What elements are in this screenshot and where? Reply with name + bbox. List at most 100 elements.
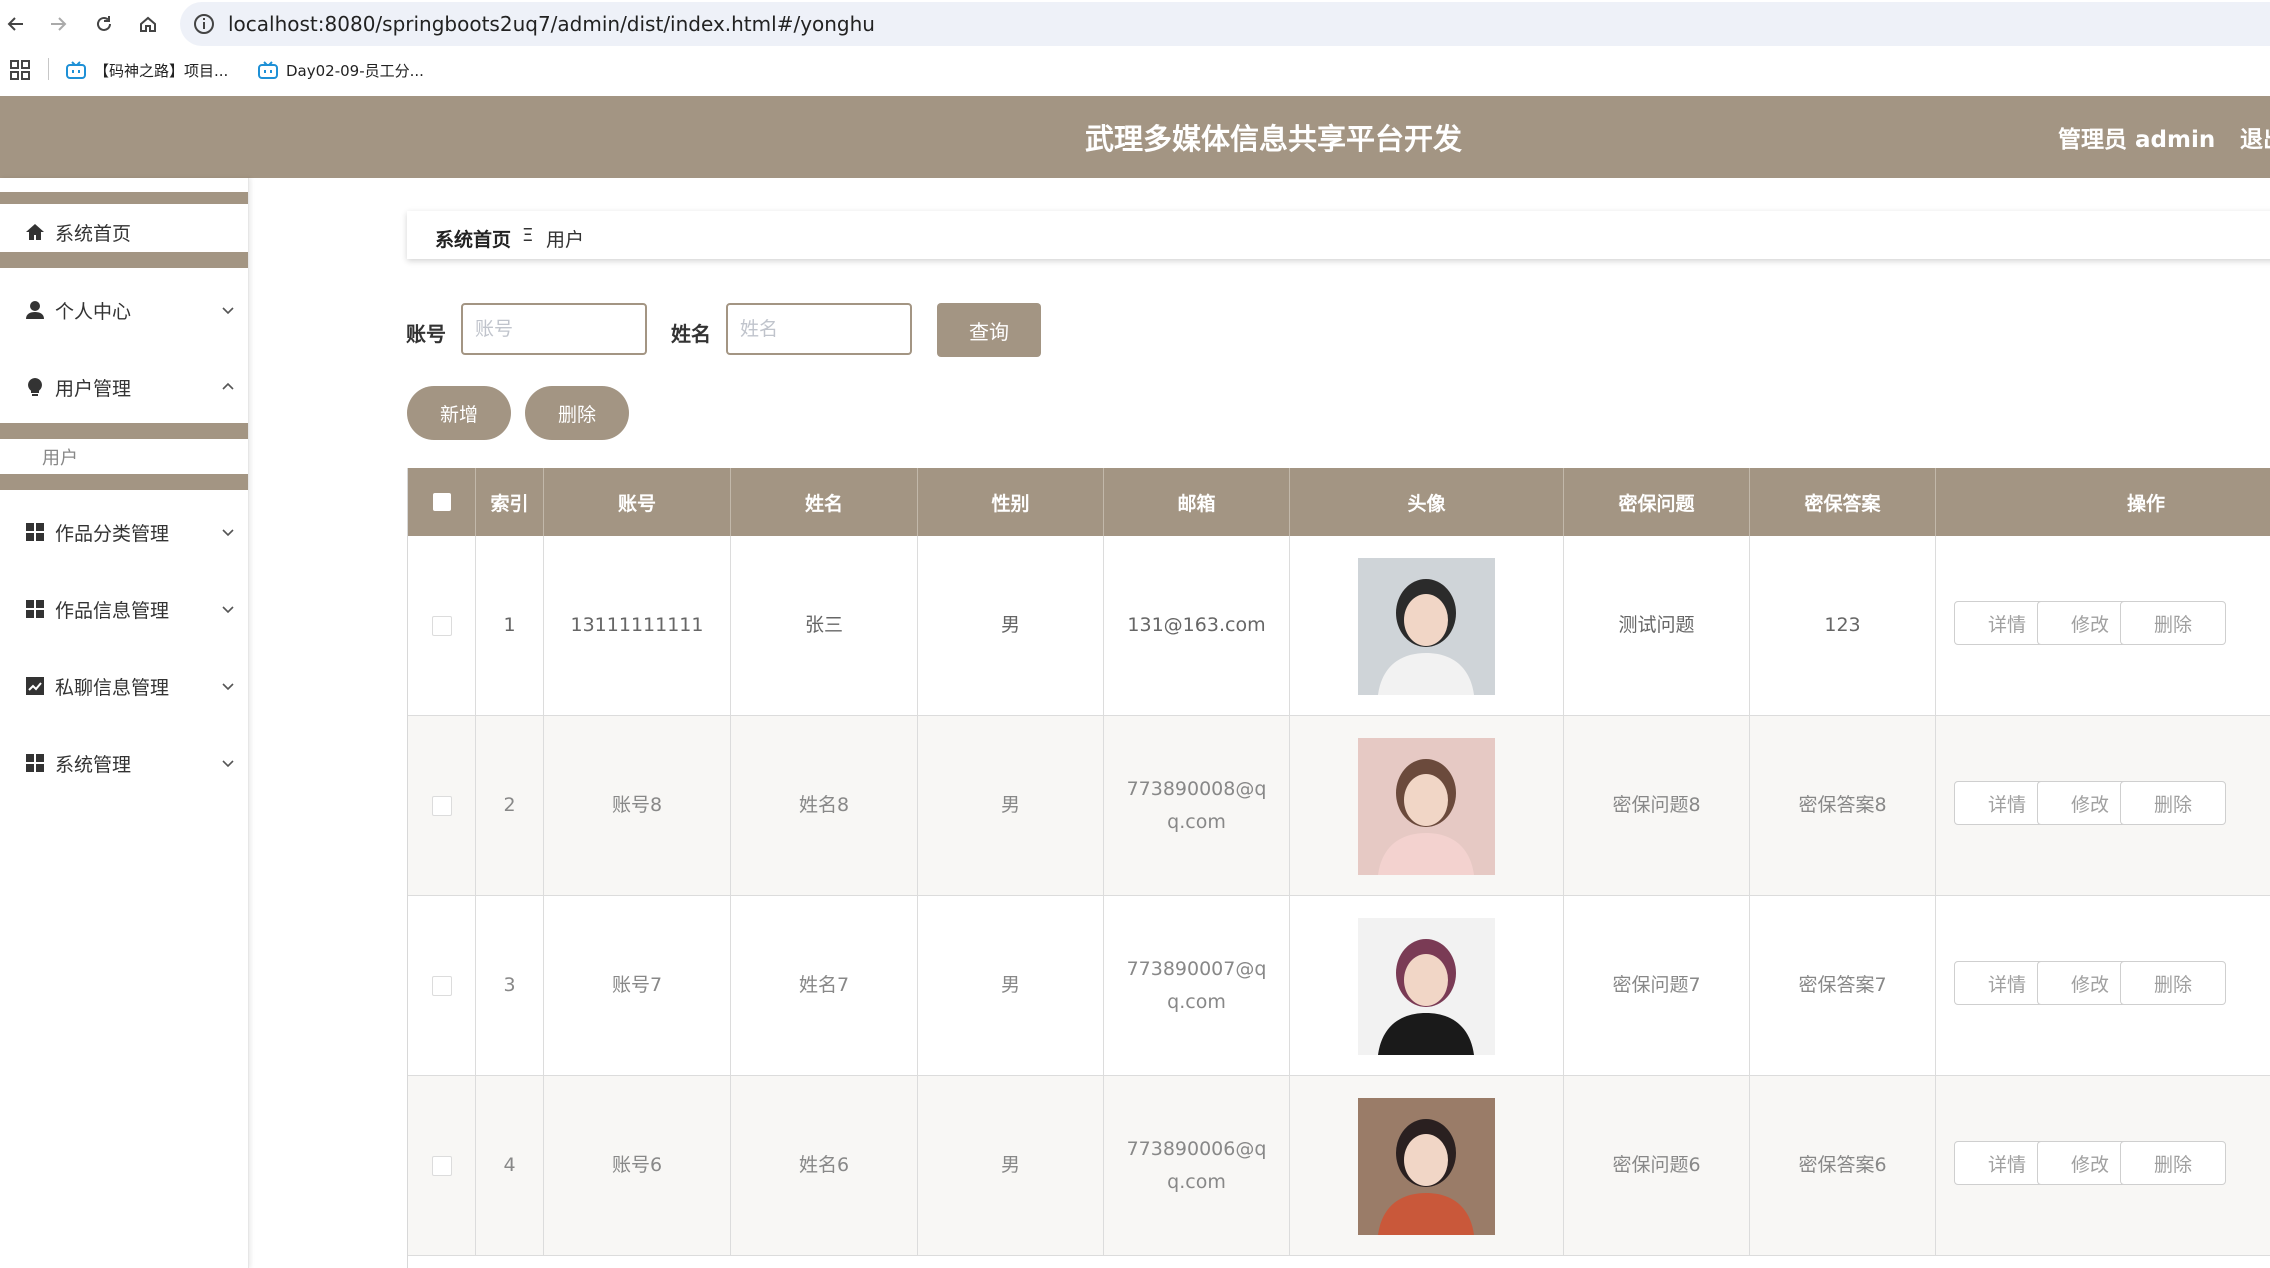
address-bar[interactable]: localhost:8080/springboots2uq7/admin/dis… [180,2,2270,46]
col-avatar: 头像 [1290,468,1564,536]
app-title: 武理多媒体信息共享平台开发 [1085,122,1463,156]
table-header: 索引 账号 姓名 性别 邮箱 头像 密保问题 密保答案 操作 [408,468,2270,536]
bilibili-icon [258,61,278,79]
query-button[interactable]: 查询 [937,303,1041,357]
back-icon[interactable] [0,8,32,40]
batch-delete-button[interactable]: 删除 [525,386,629,440]
home-icon [26,224,44,240]
cell-security-question: 测试问题 [1564,536,1750,716]
bulb-icon [28,378,42,396]
home-page-icon[interactable] [132,8,164,40]
user-icon [26,301,44,319]
cell-avatar [1290,716,1564,896]
table-row: 4 账号6 姓名6 男 773890006@qq.com 密保问题6 密保答案6 详情 修改 删除 [408,1076,2270,1256]
table-row: 2 账号8 姓名8 男 773890008@qq.com 密保问题8 密保答案8 详情 修改 删除 [408,716,2270,896]
cell-security-question: 密保问题8 [1564,716,1750,896]
col-email: 邮箱 [1104,468,1290,536]
bookmark-separator [48,58,49,80]
avatar-image [1358,557,1495,695]
account-search-input[interactable] [461,303,647,355]
cell-gender: 男 [918,896,1104,1076]
sidebar-item-private-messages[interactable]: 私聊信息管理 [0,659,248,713]
sidebar-subitem-users[interactable]: 用户 [42,444,78,470]
select-all-checkbox[interactable] [432,493,451,511]
chevron-down-icon [222,529,234,537]
cell-index: 4 [476,1076,544,1256]
table-row: 3 账号7 姓名7 男 773890007@qq.com 密保问题7 密保答案7 详情 修改 删除 [408,896,2270,1076]
cell-account: 13111111111 [544,536,731,716]
menu-divider [0,423,248,439]
col-account: 账号 [544,468,731,536]
sidebar-item-label: 系统管理 [55,753,132,776]
row-checkbox[interactable] [431,976,452,996]
row-checkbox[interactable] [431,1156,452,1176]
users-table: 索引 账号 姓名 性别 邮箱 头像 密保问题 密保答案 操作 1 13111111… [407,468,2270,1268]
bookmark-label: Day02-09-员工分... [286,61,424,80]
sidebar-item-home[interactable]: 系统首页 [0,205,248,259]
add-button[interactable]: 新增 [407,386,511,440]
sidebar-item-personal-center[interactable]: 个人中心 [0,283,248,337]
row-select-cell [408,536,476,716]
row-checkbox[interactable] [431,616,452,636]
avatar-image [1358,917,1495,1055]
row-checkbox[interactable] [431,796,452,816]
cell-security-question: 密保问题7 [1564,896,1750,1076]
row-delete-button[interactable]: 删除 [2120,601,2226,645]
row-delete-button[interactable]: 删除 [2120,781,2226,825]
forward-icon[interactable] [42,8,74,40]
bookmark-item[interactable]: Day02-09-员工分... [258,56,424,84]
bilibili-icon [66,61,86,79]
sidebar-item-label: 用户管理 [55,377,132,400]
bookmark-label: 【码神之路】项目... [94,61,229,80]
cell-email: 773890006@qq.com [1104,1076,1290,1256]
breadcrumb: 系统首页 Ξ 用户 [407,211,2270,259]
cell-email: 773890008@qq.com [1104,716,1290,896]
cell-name: 张三 [731,536,918,716]
menu-divider [0,252,248,268]
current-user-label: 管理员 admin [2058,127,2216,153]
row-select-cell [408,716,476,896]
cell-account: 账号7 [544,896,731,1076]
col-actions: 操作 [2126,492,2165,515]
row-delete-button[interactable]: 删除 [2120,961,2226,1005]
chevron-down-icon [222,606,234,614]
bookmark-item[interactable]: 【码神之路】项目... [66,56,228,84]
grid-icon [26,523,44,541]
url-text[interactable]: localhost:8080/springboots2uq7/admin/dis… [228,12,875,36]
breadcrumb-home[interactable]: 系统首页 [435,225,511,252]
col-security-answer: 密保答案 [1750,468,1936,536]
grid-icon [26,600,44,618]
cell-gender: 男 [918,536,1104,716]
sidebar-item-work-category[interactable]: 作品分类管理 [0,505,248,559]
sidebar-item-user-management[interactable]: 用户管理 [0,360,248,414]
logout-link[interactable]: 退出 [2240,120,2270,154]
cell-security-answer: 密保答案6 [1750,1076,1936,1256]
app-header: 武理多媒体信息共享平台开发 管理员 admin 退出 [0,96,2270,178]
sidebar-item-label: 私聊信息管理 [55,676,170,699]
sidebar-item-work-info[interactable]: 作品信息管理 [0,582,248,636]
menu-divider [0,474,248,490]
select-all-cell [408,468,476,536]
cell-name: 姓名8 [731,716,918,896]
reload-icon[interactable] [88,8,120,40]
sidebar-item-label: 个人中心 [55,300,132,323]
col-index: 索引 [476,468,544,536]
cell-name: 姓名6 [731,1076,918,1256]
site-info-icon[interactable] [192,12,216,36]
name-search-input[interactable] [726,303,912,355]
row-select-cell [408,896,476,1076]
col-security-question: 密保问题 [1564,468,1750,536]
apps-grid-icon[interactable] [10,60,30,80]
sidebar: 系统首页 个人中心 用户管理 用户 作品分类管理 作品信息管理 私聊信息管理 系… [0,178,249,1268]
sidebar-item-label: 作品分类管理 [55,522,170,545]
chevron-down-icon [222,683,234,691]
avatar-image [1358,1097,1495,1235]
table-row: 1 13111111111 张三男 131@163.com 测试问题 123 详情 修改 删除 [408,536,2270,716]
row-delete-button[interactable]: 删除 [2120,1141,2226,1185]
cell-security-answer: 密保答案8 [1750,716,1936,896]
menu-divider [0,192,248,204]
sidebar-item-system-management[interactable]: 系统管理 [0,736,248,790]
row-select-cell [408,1076,476,1256]
name-label: 姓名 [671,322,711,346]
cell-index: 1 [476,536,544,716]
